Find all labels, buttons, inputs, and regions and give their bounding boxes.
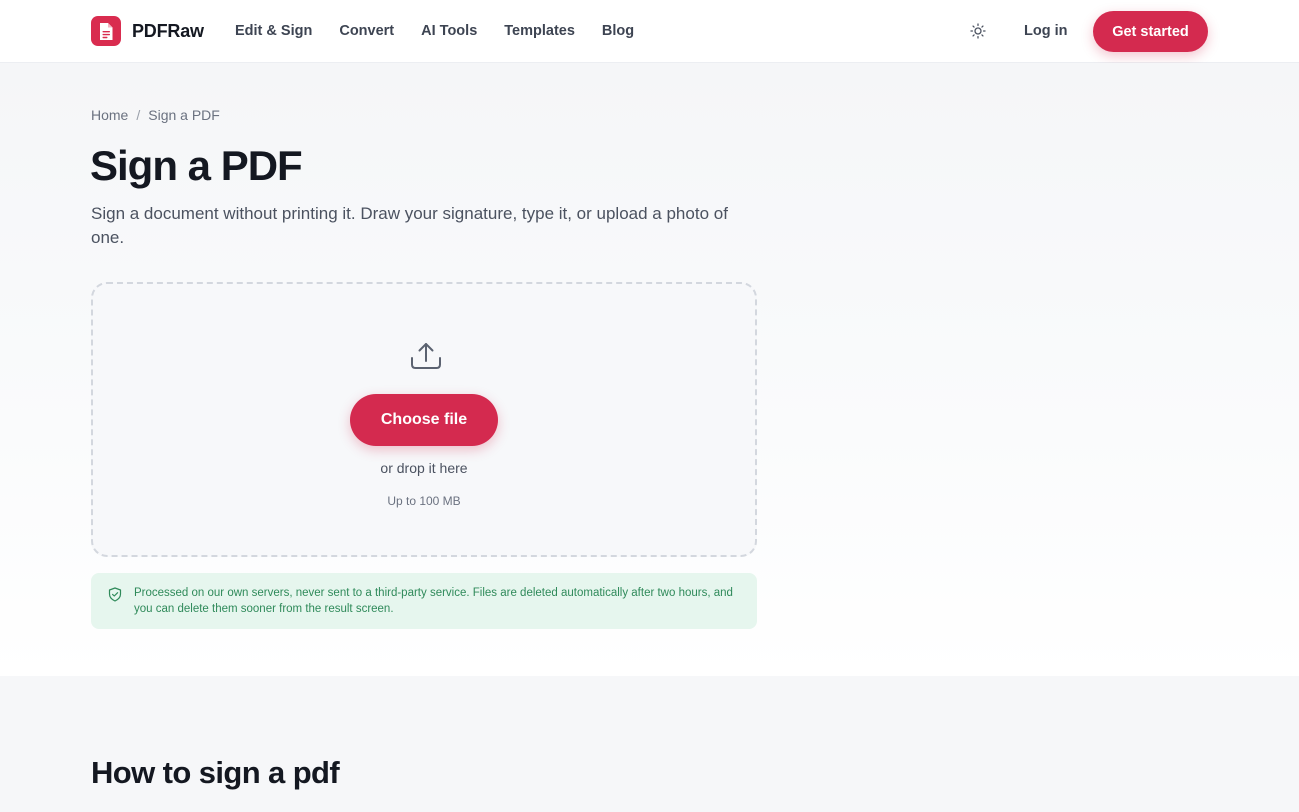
breadcrumb-home-link[interactable]: Home [91, 107, 128, 123]
nav-item-ai-tools[interactable]: AI Tools [421, 23, 477, 39]
page-title: Sign a PDF [90, 142, 303, 189]
hero-section: Home / Sign a PDF Sign a PDF Sign a docu… [0, 63, 1299, 676]
page-description: Sign a document without printing it. Dra… [91, 204, 728, 247]
breadcrumb-current: Sign a PDF [148, 107, 220, 123]
brand-name: PDFRaw [132, 20, 204, 41]
shield-check-icon [108, 587, 122, 602]
top-navigation-bar: PDFRaw Edit & Sign Convert AI Tools Temp… [0, 0, 1299, 63]
drop-hint-text: or drop it here [380, 460, 468, 476]
nav-item-edit-sign[interactable]: Edit & Sign [235, 23, 312, 39]
main-nav: Edit & Sign Convert AI Tools Templates B… [235, 20, 661, 42]
sun-icon [970, 23, 986, 39]
brand-home-link[interactable]: PDFRaw [91, 16, 204, 46]
nav-item-templates[interactable]: Templates [504, 23, 575, 39]
file-dropzone[interactable]: Choose file or drop it here Up to 100 MB [91, 282, 757, 557]
upload-icon [411, 343, 441, 369]
login-link[interactable]: Log in [1017, 20, 1075, 42]
theme-toggle-button[interactable] [966, 19, 990, 43]
pdf-document-icon [91, 16, 121, 46]
nav-item-convert[interactable]: Convert [339, 23, 394, 39]
how-to-section: How to sign a pdf [0, 676, 1299, 812]
how-to-heading: How to sign a pdf [91, 755, 340, 790]
breadcrumb-separator: / [136, 107, 141, 123]
choose-file-button[interactable]: Choose file [350, 394, 498, 446]
breadcrumb: Home / Sign a PDF [91, 106, 220, 124]
privacy-text: Processed on our own servers, never sent… [134, 587, 733, 615]
get-started-button[interactable]: Get started [1093, 11, 1208, 52]
nav-item-blog[interactable]: Blog [602, 23, 634, 39]
size-limit-text: Up to 100 MB [387, 494, 461, 508]
privacy-notice: Processed on our own servers, never sent… [91, 573, 757, 629]
